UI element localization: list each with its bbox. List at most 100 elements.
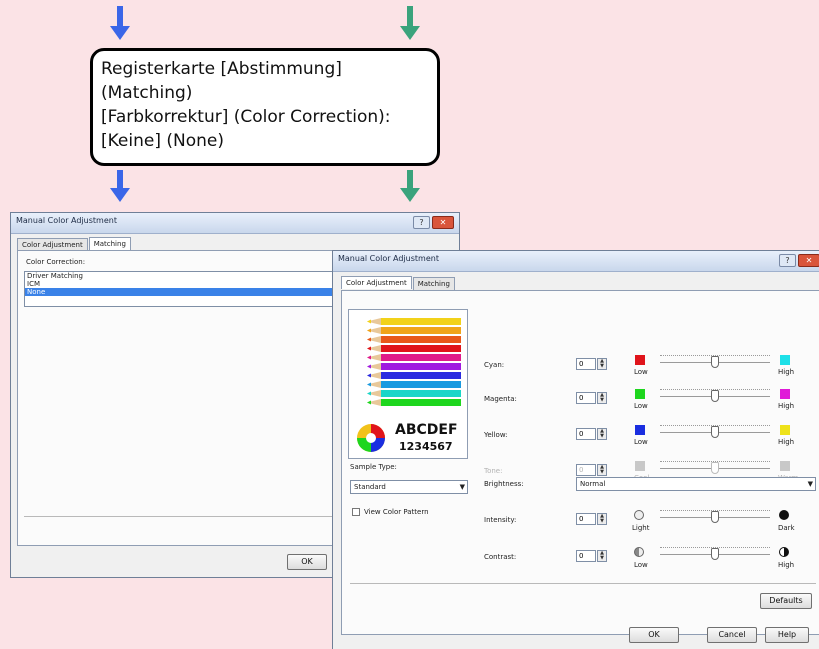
spin-arrows-icon[interactable]: ▲ ▼ <box>597 392 607 404</box>
pencil <box>381 399 461 406</box>
spin-arrows-icon[interactable]: ▲ ▼ <box>597 513 607 525</box>
contrast-low-label: Low <box>634 561 648 569</box>
pencil <box>381 354 461 361</box>
callout-line-1: Registerkarte [Abstimmung] <box>101 59 342 79</box>
pencil <box>381 390 461 397</box>
intensity-label: Intensity: <box>484 516 517 524</box>
callout-line-2: (Matching) <box>101 83 193 103</box>
brightness-label: Brightness: <box>484 480 524 488</box>
yellow-value[interactable]: 0 <box>576 428 596 440</box>
tone-low-swatch <box>635 461 645 471</box>
divider <box>24 516 344 517</box>
divider <box>350 583 816 584</box>
dark-icon <box>779 510 789 520</box>
help-title-button[interactable]: ? <box>779 254 796 267</box>
chevron-down-icon: ▼ <box>807 480 813 488</box>
magenta-high-swatch <box>780 389 790 399</box>
sample-type-select[interactable]: Standard ▼ <box>350 480 468 494</box>
intensity-high-label: Dark <box>778 524 795 532</box>
brightness-select[interactable]: Normal ▼ <box>576 477 816 491</box>
instruction-callout: Registerkarte [Abstimmung] (Matching) [F… <box>90 48 440 166</box>
color-adjustment-dialog: Manual Color Adjustment ? ✕ Color Adjust… <box>332 250 819 649</box>
contrast-value[interactable]: 0 <box>576 550 596 562</box>
pencil-lead <box>367 328 371 333</box>
contrast-high-label: High <box>778 561 795 569</box>
cyan-high-swatch <box>780 355 790 365</box>
cyan-high-label: High <box>778 368 795 376</box>
contrast-high-icon <box>779 547 789 557</box>
tone-label: Tone: <box>484 467 503 475</box>
cyan-stepper[interactable]: 0 ▲ ▼ <box>576 358 608 370</box>
tone-value: 0 <box>576 464 596 476</box>
pencil <box>381 363 461 370</box>
pencil <box>381 345 461 352</box>
sample-text-abcdef: ABCDEF <box>395 422 458 438</box>
close-button[interactable]: ✕ <box>432 216 454 229</box>
cyan-low-swatch <box>635 355 645 365</box>
list-item-icm[interactable]: ICM <box>25 280 343 288</box>
spin-arrows-icon[interactable]: ▲ ▼ <box>597 358 607 370</box>
yellow-high-label: High <box>778 438 795 446</box>
help-button[interactable]: Help <box>765 627 809 643</box>
magenta-slider-thumb[interactable] <box>711 390 719 402</box>
magenta-stepper[interactable]: 0 ▲ ▼ <box>576 392 608 404</box>
spin-arrows-icon[interactable]: ▲ ▼ <box>597 428 607 440</box>
spin-arrows-icon[interactable]: ▲ ▼ <box>597 550 607 562</box>
magenta-value[interactable]: 0 <box>576 392 596 404</box>
cyan-value[interactable]: 0 <box>576 358 596 370</box>
yellow-high-swatch <box>780 425 790 435</box>
brightness-value: Normal <box>580 480 606 488</box>
sample-type-value: Standard <box>354 483 386 491</box>
contrast-low-icon <box>634 547 644 557</box>
yellow-stepper[interactable]: 0 ▲ ▼ <box>576 428 608 440</box>
tab-color-adjustment[interactable]: Color Adjustment <box>341 276 412 289</box>
ok-button[interactable]: OK <box>287 554 327 570</box>
tab-matching[interactable]: Matching <box>412 277 455 290</box>
view-color-pattern-checkbox[interactable] <box>352 508 360 516</box>
tone-high-swatch <box>780 461 790 471</box>
matching-dialog-titlebar[interactable]: Manual Color Adjustment ? ✕ <box>11 213 459 234</box>
yellow-label: Yellow: <box>484 431 508 439</box>
list-item-driver-matching[interactable]: Driver Matching <box>25 272 343 280</box>
color-adjustment-titlebar[interactable]: Manual Color Adjustment ? ✕ <box>333 251 819 272</box>
intensity-value[interactable]: 0 <box>576 513 596 525</box>
pencil-lead <box>367 373 371 378</box>
ok-button[interactable]: OK <box>629 627 679 643</box>
pencil-lead <box>367 355 371 360</box>
contrast-stepper[interactable]: 0 ▲ ▼ <box>576 550 608 562</box>
intensity-stepper[interactable]: 0 ▲ ▼ <box>576 513 608 525</box>
pencil <box>381 381 461 388</box>
magenta-low-label: Low <box>634 402 648 410</box>
pencil-lead <box>367 391 371 396</box>
sample-type-label: Sample Type: <box>350 463 397 471</box>
cancel-button[interactable]: Cancel <box>707 627 757 643</box>
cyan-slider-thumb[interactable] <box>711 356 719 368</box>
contrast-label: Contrast: <box>484 553 517 561</box>
list-item-none[interactable]: None <box>25 288 343 296</box>
color-correction-list[interactable]: Driver Matching ICM None <box>24 271 344 307</box>
pencil <box>381 318 461 325</box>
sample-image: ABCDEF 1234567 <box>348 309 468 459</box>
pencil-lead <box>367 319 371 324</box>
pencil-lead <box>367 364 371 369</box>
tone-slider-thumb <box>711 462 719 474</box>
yellow-low-label: Low <box>634 438 648 446</box>
intensity-slider-thumb[interactable] <box>711 511 719 523</box>
yellow-slider-thumb[interactable] <box>711 426 719 438</box>
intensity-low-label: Light <box>632 524 650 532</box>
tab-matching[interactable]: Matching <box>88 237 131 250</box>
help-title-button[interactable]: ? <box>413 216 430 229</box>
cyan-low-label: Low <box>634 368 648 376</box>
magenta-low-swatch <box>635 389 645 399</box>
chevron-down-icon: ▼ <box>459 483 465 491</box>
pencil <box>381 336 461 343</box>
pencil-lead <box>367 400 371 405</box>
pencil <box>381 327 461 334</box>
yellow-low-swatch <box>635 425 645 435</box>
callout-line-4: [Keine] (None) <box>101 131 225 151</box>
dialog-title: Manual Color Adjustment <box>16 216 117 225</box>
magenta-high-label: High <box>778 402 795 410</box>
close-button[interactable]: ✕ <box>798 254 819 267</box>
defaults-button[interactable]: Defaults <box>760 593 812 609</box>
contrast-slider-thumb[interactable] <box>711 548 719 560</box>
